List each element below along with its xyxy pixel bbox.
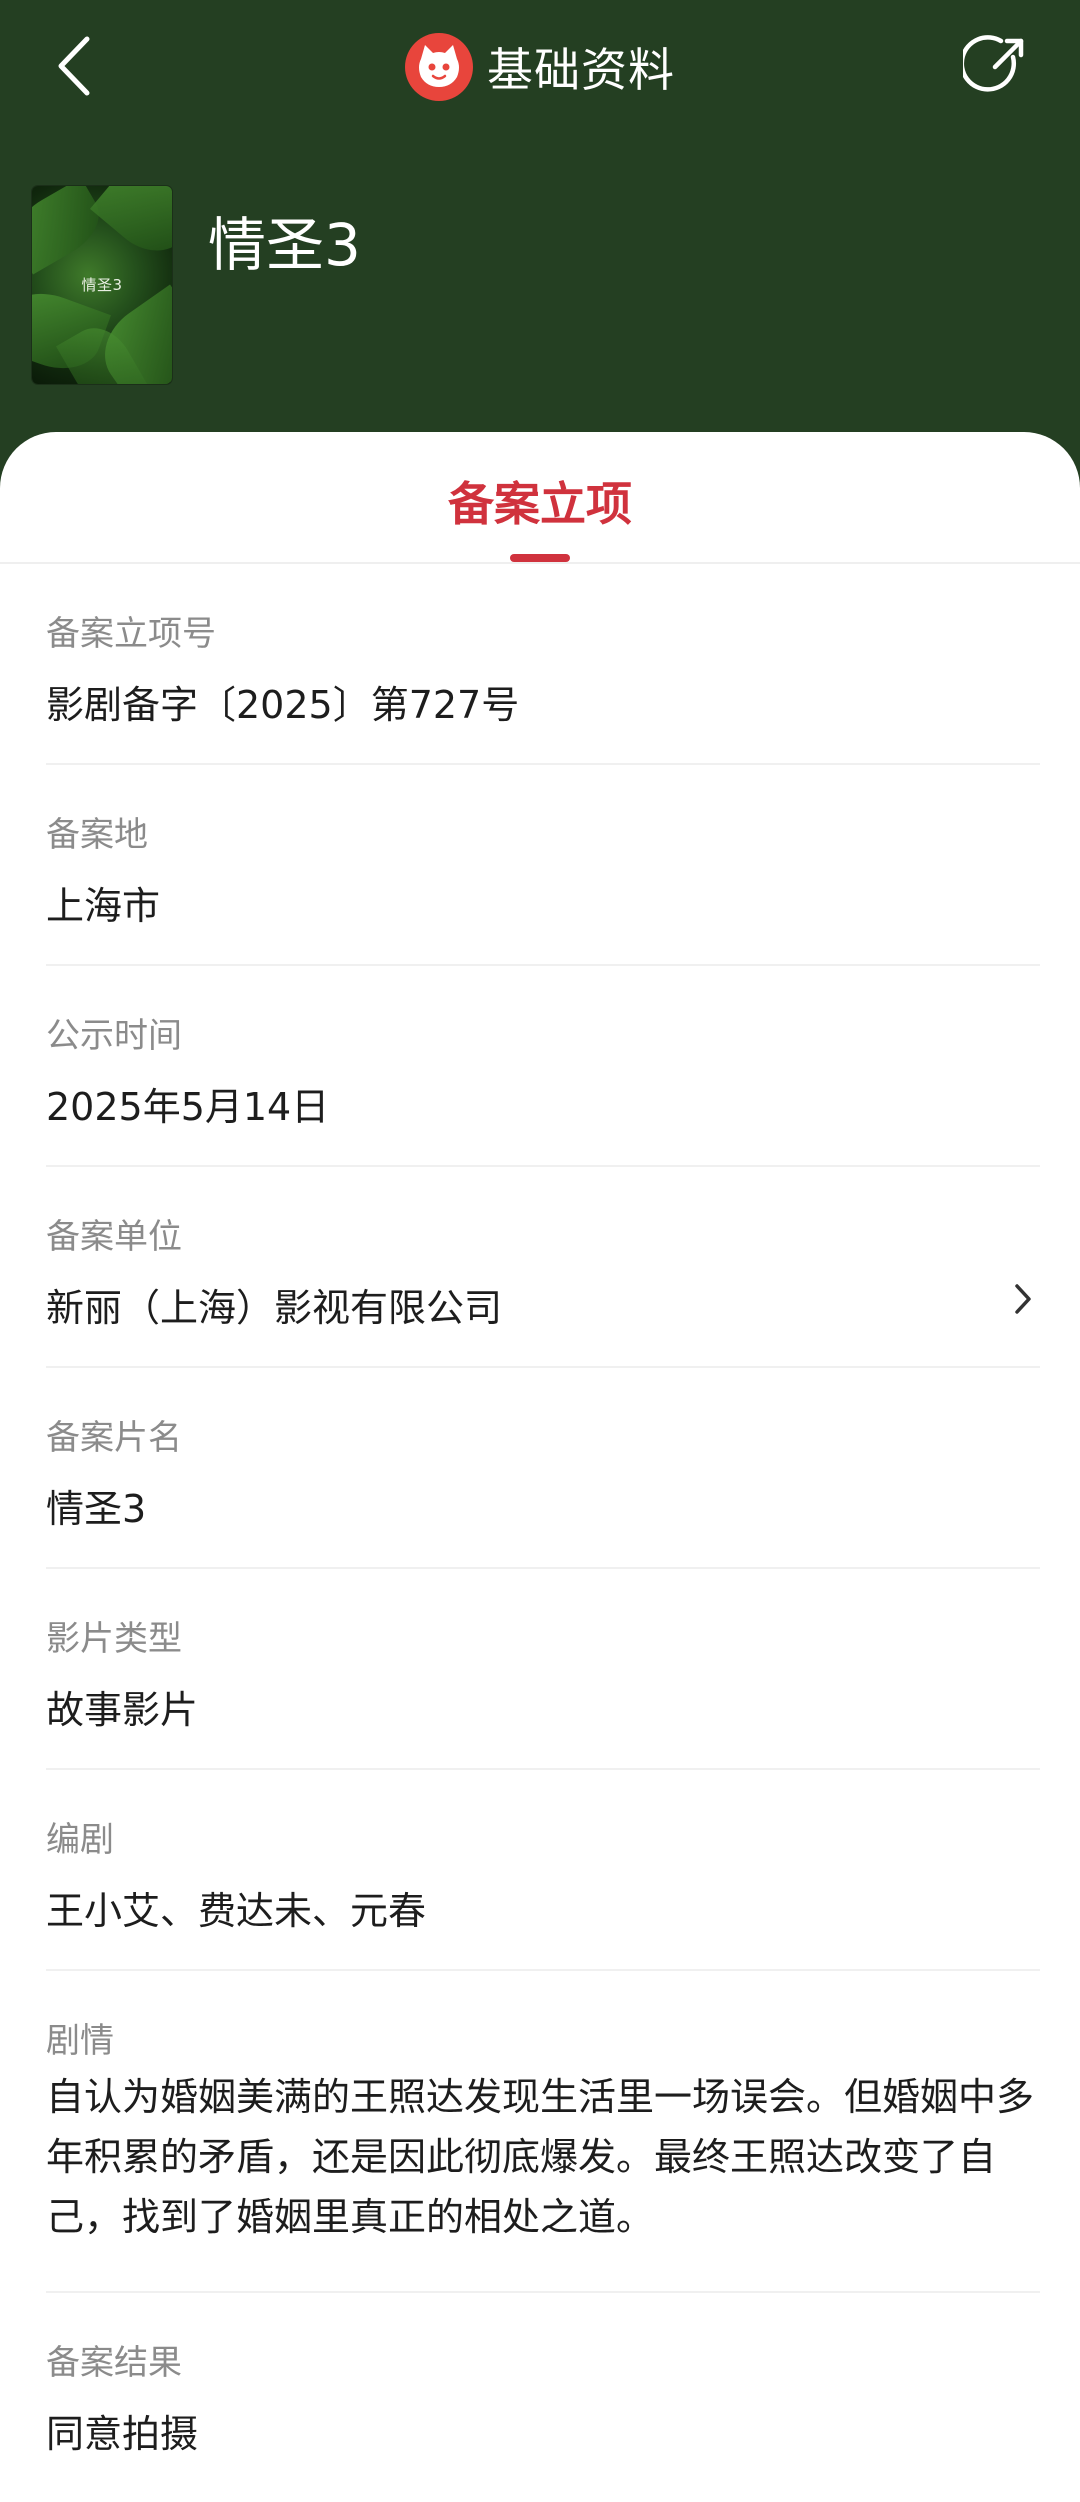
tab-active-indicator xyxy=(510,554,570,562)
field-label: 备案立项号 xyxy=(46,614,216,654)
movie-title: 情圣3 xyxy=(208,211,361,279)
field-value: 2025年5月14日 xyxy=(46,1085,330,1129)
field-filing-title: 备案片名 情圣3 xyxy=(46,1368,1040,1569)
share-icon xyxy=(963,35,1024,92)
field-list: 备案立项号 影剧备字〔2025〕第727号 备案地 上海市 公示时间 2025年… xyxy=(46,564,1040,2492)
field-label: 剧情 xyxy=(46,2021,114,2061)
field-value: 同意拍摄 xyxy=(46,2412,199,2456)
field-label: 备案结果 xyxy=(46,2343,182,2383)
field-label: 编剧 xyxy=(46,1820,114,1860)
poster-title-text: 情圣3 xyxy=(81,276,123,294)
chevron-right-icon[interactable] xyxy=(1006,1279,1040,1319)
field-screenwriters: 编剧 王小艾、费达未、元春 xyxy=(46,1770,1040,1971)
field-filing-number: 备案立项号 影剧备字〔2025〕第727号 xyxy=(46,564,1040,765)
share-button[interactable] xyxy=(960,30,1032,102)
field-filing-location: 备案地 上海市 xyxy=(46,765,1040,966)
tab-filing[interactable]: 备案立项 xyxy=(0,468,1080,534)
cat-logo-icon xyxy=(405,33,473,101)
field-label: 备案单位 xyxy=(46,1217,182,1257)
field-value: 上海市 xyxy=(46,884,161,928)
field-filing-result: 备案结果 同意拍摄 xyxy=(46,2293,1040,2492)
field-value: 故事影片 xyxy=(46,1688,199,1732)
field-film-type: 影片类型 故事影片 xyxy=(46,1569,1040,1770)
page-title: 基础资料 xyxy=(487,43,675,97)
field-value: 王小艾、费达未、元春 xyxy=(46,1889,427,1933)
field-publication-date: 公示时间 2025年5月14日 xyxy=(46,966,1040,1167)
field-label: 公示时间 xyxy=(46,1016,182,1056)
field-filing-company[interactable]: 备案单位 新丽（上海）影视有限公司 xyxy=(46,1167,1040,1368)
field-value: 影剧备字〔2025〕第727号 xyxy=(46,683,520,727)
plot-text: 自认为婚姻美满的王照达发现生活里一场误会。但婚姻中多年积累的矛盾，还是因此彻底爆… xyxy=(46,2075,1035,2239)
company-link[interactable]: 新丽（上海）影视有限公司 xyxy=(46,1277,502,1332)
field-value: 情圣3 xyxy=(46,1487,147,1531)
field-label: 影片类型 xyxy=(46,1619,182,1659)
field-label: 备案片名 xyxy=(46,1418,182,1458)
header-title-group: 基础资料 xyxy=(0,30,1080,104)
top-bar: 基础资料 xyxy=(0,0,1080,140)
info-card: 备案立项 备案立项号 影剧备字〔2025〕第727号 备案地 上海市 公示时间 … xyxy=(0,432,1080,2502)
field-plot: 剧情 自认为婚姻美满的王照达发现生活里一场误会。但婚姻中多年积累的矛盾，还是因此… xyxy=(46,1971,1040,2293)
movie-poster[interactable]: 情圣3 xyxy=(32,186,172,384)
field-label: 备案地 xyxy=(46,815,148,855)
tab-bar: 备案立项 xyxy=(0,432,1080,564)
